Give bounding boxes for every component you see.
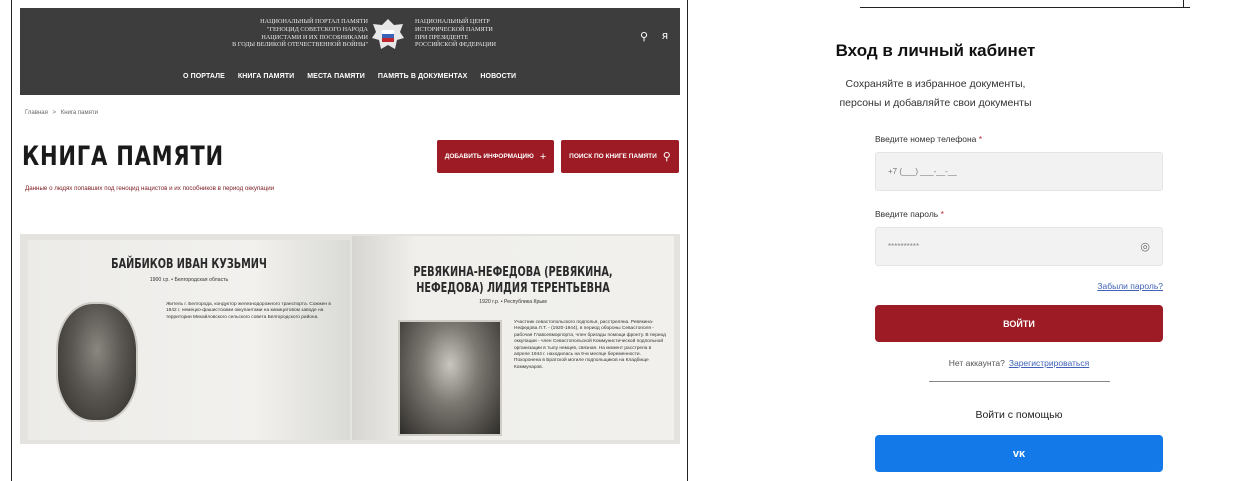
person-meta: 1900 г.р. • Белгородская область [149,277,229,283]
page-subtitle: Данные о людях попавших под геноцид наци… [25,185,275,192]
add-info-label: ДОБАВИТЬ ИНФОРМАЦИЮ [444,153,534,160]
vk-login-button[interactable]: ᴠᴋ [875,435,1163,472]
password-label-text: Введите пароль [875,209,939,219]
portal-title-line: НАЦИОНАЛЬНЫЙ ПОРТАЛ ПАМЯТИ [260,18,368,25]
frame-line-middle [687,0,688,481]
portal-title-line: В ГОДЫ ВЕЛИКОЙ ОТЕЧЕСТВЕННОЙ ВОЙНЫ" [232,41,368,49]
center-title-line: ИСТОРИЧЕСКОЙ ПАМЯТИ [415,25,493,33]
search-memory-book-button[interactable]: ПОИСК ПО КНИГЕ ПАМЯТИ ⚲ [561,140,679,173]
nav-item-documents[interactable]: ПАМЯТЬ В ДОКУМЕНТАХ [378,73,467,80]
login-title: Вход в личный кабинет [835,41,1036,60]
page-title: КНИГА ПАМЯТИ [22,141,224,172]
plus-icon: + [539,150,547,163]
phone-label: Введите номер телефона * [875,134,982,144]
center-title[interactable]: НАЦИОНАЛЬНЫЙ ЦЕНТР ИСТОРИЧЕСКОЙ ПАМЯТИ П… [415,18,575,49]
site-header: НАЦИОНАЛЬНЫЙ ПОРТАЛ ПАМЯТИ "ГЕНОЦИД СОВЕ… [20,8,680,95]
portal-title-line: "ГЕНОЦИД СОВЕТСКОГО НАРОДА [266,25,368,33]
phone-field[interactable] [875,152,1163,191]
login-description: Сохраняйте в избранное документы, персон… [693,75,1178,113]
password-field[interactable]: ◎ [875,227,1163,266]
book-page-right[interactable]: РЕВЯКИНА-НЕФЕДОВА (РЕВЯКИНА, НЕФЕДОВА) Л… [352,236,674,440]
nav-item-about[interactable]: О ПОРТАЛЕ [183,73,225,80]
no-account-text: Нет аккаунта? [948,358,1005,368]
breadcrumb-home[interactable]: Главная [25,110,48,116]
forgot-password-link[interactable]: Забыли пароль? [1093,281,1163,291]
frame-line-left [11,0,12,481]
search-icon: ⚲ [662,151,671,163]
user-icon[interactable]: ᴙ [662,30,668,43]
portal-title[interactable]: НАЦИОНАЛЬНЫЙ ПОРТАЛ ПАМЯТИ "ГЕНОЦИД СОВЕ… [170,18,368,49]
main-nav: О ПОРТАЛЕ КНИГА ПАМЯТИ МЕСТА ПАМЯТИ ПАМЯ… [183,73,516,80]
eagle-emblem-icon[interactable] [370,16,406,54]
search-memory-book-label: ПОИСК ПО КНИГЕ ПАМЯТИ [569,153,657,160]
divider [929,381,1110,382]
register-link[interactable]: Зарегистрироваться [1009,358,1089,368]
login-description-line: персоны и добавляйте свои документы [839,97,1032,109]
password-label: Введите пароль * [875,209,944,219]
memory-book-screenshot: НАЦИОНАЛЬНЫЙ ПОРТАЛ ПАМЯТИ "ГЕНОЦИД СОВЕ… [20,8,680,448]
required-mark: * [978,134,983,144]
login-button[interactable]: ВОЙТИ [875,305,1163,342]
phone-label-text: Введите номер телефона [875,134,977,144]
person-photo [398,320,502,436]
password-input[interactable] [888,228,1128,265]
nav-item-news[interactable]: НОВОСТИ [480,73,516,80]
search-icon[interactable]: ⚲ [640,30,648,43]
login-with-label: Войти с помощью [975,409,1063,421]
breadcrumb-current: Книга памяти [60,110,98,116]
eye-icon[interactable]: ◎ [1140,240,1150,253]
center-title-line: РОССИЙСКОЙ ФЕДЕРАЦИИ [415,41,497,49]
required-mark: * [940,209,944,219]
person-bio: Житель г. Белгорода, кондуктор железнодо… [166,302,331,320]
person-name: БАЙБИКОВ ИВАН КУЗЬМИЧ [111,256,267,272]
breadcrumb: Главная > Книга памяти [25,110,98,116]
nav-item-memory-places[interactable]: МЕСТА ПАМЯТИ [307,73,365,80]
phone-input[interactable] [888,153,1128,190]
book-spread: БАЙБИКОВ ИВАН КУЗЬМИЧ 1900 г.р. • Белгор… [20,234,680,444]
add-info-button[interactable]: ДОБАВИТЬ ИНФОРМАЦИЮ + [437,140,554,173]
person-bio: Участник севастопольского подполья, расс… [514,320,666,370]
person-name: РЕВЯКИНА-НЕФЕДОВА (РЕВЯКИНА, НЕФЕДОВА) Л… [413,264,613,296]
no-account-row: Нет аккаунта? Зарегистрироваться [875,358,1163,368]
center-title-line: НАЦИОНАЛЬНЫЙ ЦЕНТР [415,18,490,25]
nav-item-memory-book[interactable]: КНИГА ПАМЯТИ [238,73,294,80]
screenshot-frame: НАЦИОНАЛЬНЫЙ ПОРТАЛ ПАМЯТИ "ГЕНОЦИД СОВЕ… [0,0,1243,481]
person-meta: 1920 г.р. • Республика Крым [479,299,547,305]
person-photo [56,302,138,422]
book-page-left[interactable]: БАЙБИКОВ ИВАН КУЗЬМИЧ 1900 г.р. • Белгор… [28,240,350,440]
header-icons: ⚲ ᴙ [640,30,668,43]
breadcrumb-separator: > [52,110,57,116]
vk-icon: ᴠᴋ [1012,447,1026,460]
login-description-line: Сохраняйте в избранное документы, [845,78,1026,90]
login-screenshot: Вход в личный кабинет Сохраняйте в избра… [693,8,1243,481]
